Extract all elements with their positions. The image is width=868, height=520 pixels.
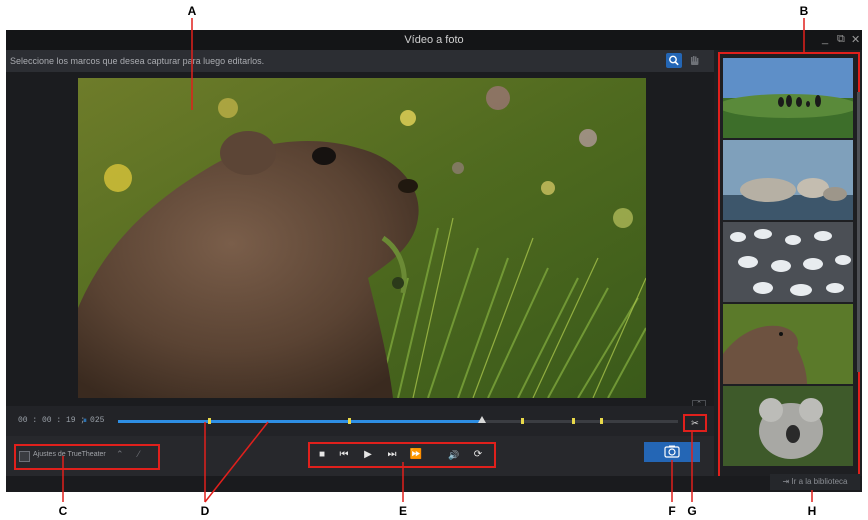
puffins-on-grass-image: [723, 58, 853, 138]
hand-tool-button[interactable]: [686, 53, 702, 68]
title-bar: Vídeo a foto _ ⧉ ✕: [6, 30, 862, 50]
video-frame[interactable]: [78, 78, 646, 398]
next-frame-button[interactable]: ⏭: [384, 447, 400, 463]
capture-frame-button[interactable]: [644, 442, 700, 462]
video-to-photo-window: Vídeo a foto _ ⧉ ✕ Seleccione los marcos…: [6, 30, 862, 492]
stop-button[interactable]: ■: [314, 447, 330, 463]
window-title: Vídeo a foto: [404, 34, 464, 46]
frame-marker[interactable]: [347, 418, 351, 424]
pause-indicator: ⏸: [83, 416, 87, 425]
callout-f: F: [668, 504, 676, 518]
panel-scrollbar[interactable]: [857, 92, 860, 372]
hand-icon: [691, 56, 699, 65]
magic-wand-icon[interactable]: ⁄: [138, 449, 140, 459]
restore-button[interactable]: ⧉: [837, 33, 845, 46]
captured-frames-panel: [718, 52, 860, 480]
play-button[interactable]: ▶: [360, 447, 376, 463]
timecode: 00 : 00 : 19 ; 025: [18, 416, 105, 425]
zoom-tool-button[interactable]: [666, 53, 682, 68]
callout-d: D: [200, 504, 210, 518]
previous-frame-button[interactable]: ⏮: [336, 447, 352, 463]
volume-button[interactable]: 🔊: [446, 447, 462, 463]
chevron-up-icon[interactable]: ⌃: [116, 449, 124, 460]
truetheater-settings: Ajustes de TrueTheater ⌃ ⁄: [14, 444, 160, 470]
marmot-image: [723, 304, 853, 384]
thumbnail[interactable]: [723, 140, 853, 220]
go-to-library-button[interactable]: ⇥ Ir a la biblioteca: [770, 474, 860, 490]
koala-image: [723, 386, 853, 466]
frame-marker[interactable]: [599, 418, 603, 424]
callout-h: H: [807, 504, 817, 518]
callout-e: E: [398, 504, 407, 518]
speed-button[interactable]: ⟳: [470, 447, 486, 463]
thumbnail[interactable]: [723, 304, 853, 384]
scissors-icon: ✂: [691, 418, 699, 428]
timeline-progress: [118, 420, 482, 423]
callout-b: B: [799, 4, 809, 18]
callout-a: A: [187, 4, 197, 18]
thumbnail[interactable]: [723, 58, 853, 138]
callout-c: C: [58, 504, 68, 518]
callout-g: G: [687, 504, 697, 518]
go-to-library-label: Ir a la biblioteca: [791, 477, 848, 486]
playback-controls: ■ ⏮ ▶ ⏭ ⏩ 🔊 ⟳: [308, 442, 496, 468]
trim-button[interactable]: ✂: [683, 414, 707, 432]
control-bar: Ajustes de TrueTheater ⌃ ⁄ ■ ⏮ ▶ ⏭ ⏩ 🔊 ⟳: [6, 436, 714, 476]
frame-marker[interactable]: [521, 418, 525, 424]
fast-forward-button[interactable]: ⏩: [408, 447, 424, 463]
close-button[interactable]: ✕: [851, 33, 860, 46]
camera-icon: [664, 445, 680, 458]
timeline-bar: 00 : 00 : 19 ; 025 ⏸: [6, 406, 714, 436]
search-icon: [669, 55, 679, 66]
frame-marker[interactable]: [207, 418, 211, 424]
truetheater-label: Ajustes de TrueTheater: [33, 451, 106, 458]
thumbnail[interactable]: [723, 386, 853, 466]
playhead[interactable]: [478, 416, 486, 423]
minimize-button[interactable]: _: [822, 33, 828, 45]
truetheater-checkbox[interactable]: [19, 451, 30, 462]
status-bar: [6, 476, 862, 492]
frame-marker[interactable]: [571, 418, 575, 424]
thumbnail[interactable]: [723, 222, 853, 302]
video-viewer: [6, 72, 714, 406]
instruction-bar: Seleccione los marcos que desea capturar…: [6, 50, 714, 72]
gannet-colony-image: [723, 222, 853, 302]
instruction-text: Seleccione los marcos que desea capturar…: [10, 56, 265, 66]
timeline-track[interactable]: [118, 416, 678, 424]
seals-on-ice-image: [723, 140, 853, 220]
marmot-video-image: [78, 78, 646, 398]
